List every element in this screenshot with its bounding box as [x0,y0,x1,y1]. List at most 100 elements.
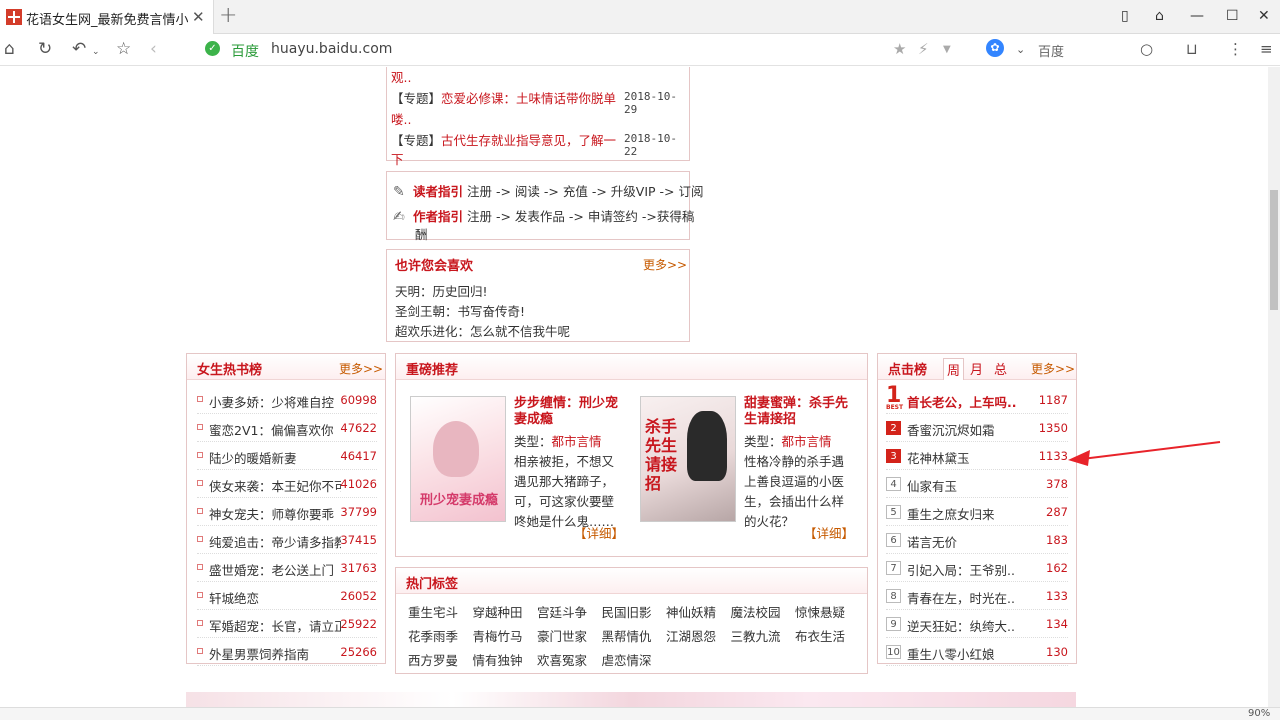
search-input[interactable]: 百度 [1038,41,1064,60]
tag-link[interactable]: 江湖恩怨 [666,626,716,645]
back-icon[interactable]: ‹ [150,39,157,59]
click-rank-row[interactable]: 6 诺言无价 183 [886,526,1068,554]
click-rank-row[interactable]: 9 逆天狂妃：纨绔大.. 134 [886,610,1068,638]
hot-book-name[interactable]: 小妻多娇：少将难自控 [209,392,341,411]
tab-total[interactable]: 总 [994,359,1007,378]
promo-banner-image[interactable] [186,692,1076,707]
click-rank-more-link[interactable]: 更多>> [1031,360,1075,377]
hot-book-name[interactable]: 纯爱追击：帝少请多指教 [209,532,341,551]
news-line[interactable]: 喽.. [391,109,411,128]
hot-book-name[interactable]: 蜜恋2V1：偏偏喜欢你 [209,420,341,439]
click-book-name[interactable]: 青春在左，时光在.. [907,588,1015,607]
news-line[interactable]: 【专题】古代生存就业指导意见，了解一 [391,130,616,149]
favorite-star-icon[interactable]: ★ [893,40,906,58]
tag-link[interactable]: 虐恋情深 [602,650,652,669]
click-rank-row[interactable]: 3 花神林黛玉 1133 [886,442,1068,470]
book-cover-image[interactable]: 刑少宠妻成瘾 [410,396,506,522]
hot-list-row[interactable]: 军婚超宠：长官，请立正 25922 [197,610,377,638]
click-book-name[interactable]: 花神林黛玉 [907,448,970,467]
news-line[interactable]: 下 [391,149,404,168]
tag-link[interactable]: 民国旧影 [602,602,652,621]
tag-link[interactable]: 魔法校园 [731,602,781,621]
list-item[interactable]: 超欢乐进化：怎么就不信我牛呢 [395,321,570,340]
reader-guide-label[interactable]: 读者指引 [413,184,463,199]
hot-list-row[interactable]: 盛世婚宠：老公送上门 31763 [197,554,377,582]
hot-list-row[interactable]: 侠女来袭：本王妃你不可 41026 [197,470,377,498]
click-book-name[interactable]: 重生之庶女归来 [907,504,995,523]
hot-list-row[interactable]: 蜜恋2V1：偏偏喜欢你 47622 [197,414,377,442]
click-rank-row[interactable]: 4 仙家有玉 378 [886,470,1068,498]
browser-tab[interactable]: 花语女生网_最新免费言情小说 ✕ [0,0,214,34]
click-rank-row[interactable]: 1 BEST 首长老公，上车吗.. 1187 [886,385,1068,414]
hot-book-name[interactable]: 侠女来袭：本王妃你不可 [209,476,341,495]
hot-list-more-link[interactable]: 更多>> [339,360,383,377]
click-book-name[interactable]: 引妃入局：王爷别.. [907,560,1015,579]
tag-link[interactable]: 三教九流 [731,626,781,645]
book-detail-link[interactable]: 【详细】 [804,523,854,542]
hot-book-name[interactable]: 轩城绝恋 [209,588,341,607]
list-item[interactable]: 圣剑王朝：书写奋传奇! [395,301,525,320]
hot-list-row[interactable]: 神女宠夫：师尊你要乖 37799 [197,498,377,526]
tag-link[interactable]: 豪门世家 [537,626,587,645]
baidu-paw-icon[interactable]: ✿ [986,39,1004,57]
sidebar-menu-icon[interactable]: ≡ [1260,40,1273,58]
click-book-name[interactable]: 香蜜沉沉烬如霜 [907,420,995,439]
minimize-icon[interactable]: — [1190,8,1204,24]
reading-mode-icon[interactable]: ▯ [1121,8,1129,24]
book-card[interactable]: 刑少宠妻成瘾 步步缠情：刑少宠妻成瘾 类型：都市言情 相亲被拒，不想又遇见那大猪… [410,396,630,546]
tag-link[interactable]: 欢喜冤家 [537,650,587,669]
tag-link[interactable]: 宫廷斗争 [537,602,587,621]
engine-dropdown-icon[interactable]: ⌄ [1016,43,1025,56]
click-rank-row[interactable]: 7 引妃入局：王爷别.. 162 [886,554,1068,582]
click-book-name[interactable]: 仙家有玉 [907,476,957,495]
book-card[interactable]: 杀手先生请接招 甜妻蜜弹：杀手先生请接招 类型：都市言情 性格冷静的杀手遇上善良… [640,396,860,546]
book-cover-image[interactable]: 杀手先生请接招 [640,396,736,522]
skin-icon[interactable]: ⌂ [1155,8,1164,24]
menu-icon[interactable]: ⋮ [1228,40,1243,58]
hot-list-row[interactable]: 陆少的暖婚新妻 46417 [197,442,377,470]
hot-list-row[interactable]: 纯爱追击：帝少请多指教 37415 [197,526,377,554]
book-title[interactable]: 甜妻蜜弹：杀手先生请接招 [744,396,854,428]
click-book-name[interactable]: 诺言无价 [907,532,957,551]
tab-week[interactable]: 周 [943,358,965,380]
search-icon[interactable]: ○ [1140,40,1153,58]
tag-link[interactable]: 情有独钟 [473,650,523,669]
close-window-icon[interactable]: ✕ [1258,8,1270,24]
click-rank-row[interactable]: 10 重生八零小红娘 130 [886,638,1068,666]
hot-book-name[interactable]: 军婚超宠：长官，请立正 [209,616,341,635]
hot-book-name[interactable]: 神女宠夫：师尊你要乖 [209,504,341,523]
tag-link[interactable]: 穿越种田 [473,602,523,621]
close-tab-icon[interactable]: ✕ [192,8,205,26]
tag-link[interactable]: 神仙妖精 [666,602,716,621]
news-line[interactable]: 【专题】恋爱必修课：土味情话带你脱单 [391,88,616,107]
hot-list-row[interactable]: 外星男票饲养指南 25266 [197,638,377,666]
undo-icon[interactable]: ↶ [72,39,86,59]
hot-book-name[interactable]: 陆少的暖婚新妻 [209,448,341,467]
maximize-icon[interactable]: ☐ [1226,8,1239,24]
hot-book-name[interactable]: 外星男票饲养指南 [209,644,341,663]
tag-link[interactable]: 惊悚悬疑 [795,602,845,621]
book-title[interactable]: 步步缠情：刑少宠妻成瘾 [514,396,624,428]
hot-book-name[interactable]: 盛世婚宠：老公送上门 [209,560,341,579]
list-item[interactable]: 天明：历史回归! [395,281,488,300]
scrollbar[interactable] [1268,67,1280,707]
addr-dropdown-icon[interactable]: ▼ [943,44,951,55]
click-rank-row[interactable]: 8 青春在左，时光在.. 133 [886,582,1068,610]
tag-link[interactable]: 布衣生活 [795,626,845,645]
author-guide-label[interactable]: 作者指引 [413,209,463,224]
new-tab-icon[interactable]: + [219,3,237,28]
tag-link[interactable]: 重生宅斗 [408,602,458,621]
click-rank-row[interactable]: 2 香蜜沉沉烬如霜 1350 [886,414,1068,442]
click-book-name[interactable]: 逆天狂妃：纨绔大.. [907,616,1015,635]
tag-link[interactable]: 青梅竹马 [473,626,523,645]
click-rank-row[interactable]: 5 重生之庶女归来 287 [886,498,1068,526]
tag-link[interactable]: 花季雨季 [408,626,458,645]
refresh-icon[interactable]: ↻ [38,39,52,59]
zoom-level[interactable]: 90% [1248,708,1270,719]
tag-link[interactable]: 黑帮情仇 [602,626,652,645]
tab-month[interactable]: 月 [970,359,983,378]
home-icon[interactable]: ⌂ [4,39,15,59]
cart-icon[interactable]: ⊔ [1186,40,1198,58]
click-book-name[interactable]: 首长老公，上车吗.. [907,392,1017,411]
book-detail-link[interactable]: 【详细】 [574,523,624,542]
